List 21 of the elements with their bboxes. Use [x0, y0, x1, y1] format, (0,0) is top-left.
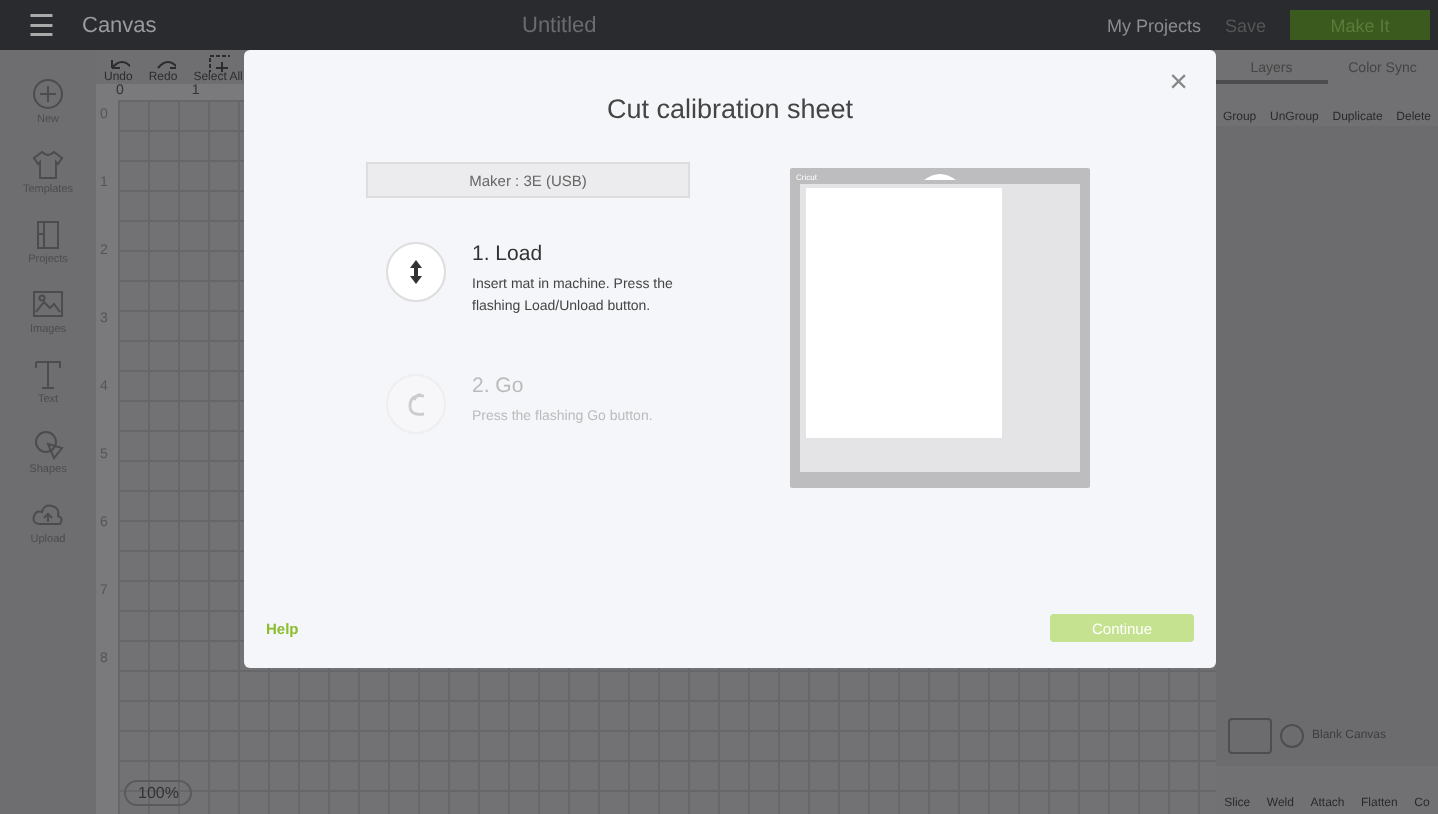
curl-icon — [404, 390, 428, 418]
shapes-icon — [32, 428, 64, 460]
app-title: Canvas — [82, 13, 159, 37]
step-title: 2. Go — [472, 374, 526, 398]
step-title: 1. Load — [472, 242, 545, 266]
select-all-icon — [206, 51, 231, 71]
close-button[interactable]: × — [1157, 66, 1200, 102]
letter-t-icon — [32, 358, 64, 390]
document-stack-icon — [32, 218, 64, 250]
document-title: Untitled — [522, 13, 599, 37]
menu-icon[interactable]: ☰ — [28, 7, 54, 43]
canvas-color-circle[interactable] — [1280, 724, 1304, 748]
plus-circle-icon — [32, 78, 64, 110]
mat-notch-icon — [924, 170, 956, 180]
zoom-control[interactable]: 100% — [124, 780, 193, 806]
header-link[interactable]: My Projects — [1106, 15, 1201, 35]
shirt-icon — [31, 148, 64, 180]
canvas-swatch[interactable] — [1228, 718, 1272, 754]
image-icon — [31, 288, 64, 320]
up-down-arrow-icon — [406, 260, 426, 284]
dialog-title: Cut calibration sheet — [606, 94, 854, 124]
